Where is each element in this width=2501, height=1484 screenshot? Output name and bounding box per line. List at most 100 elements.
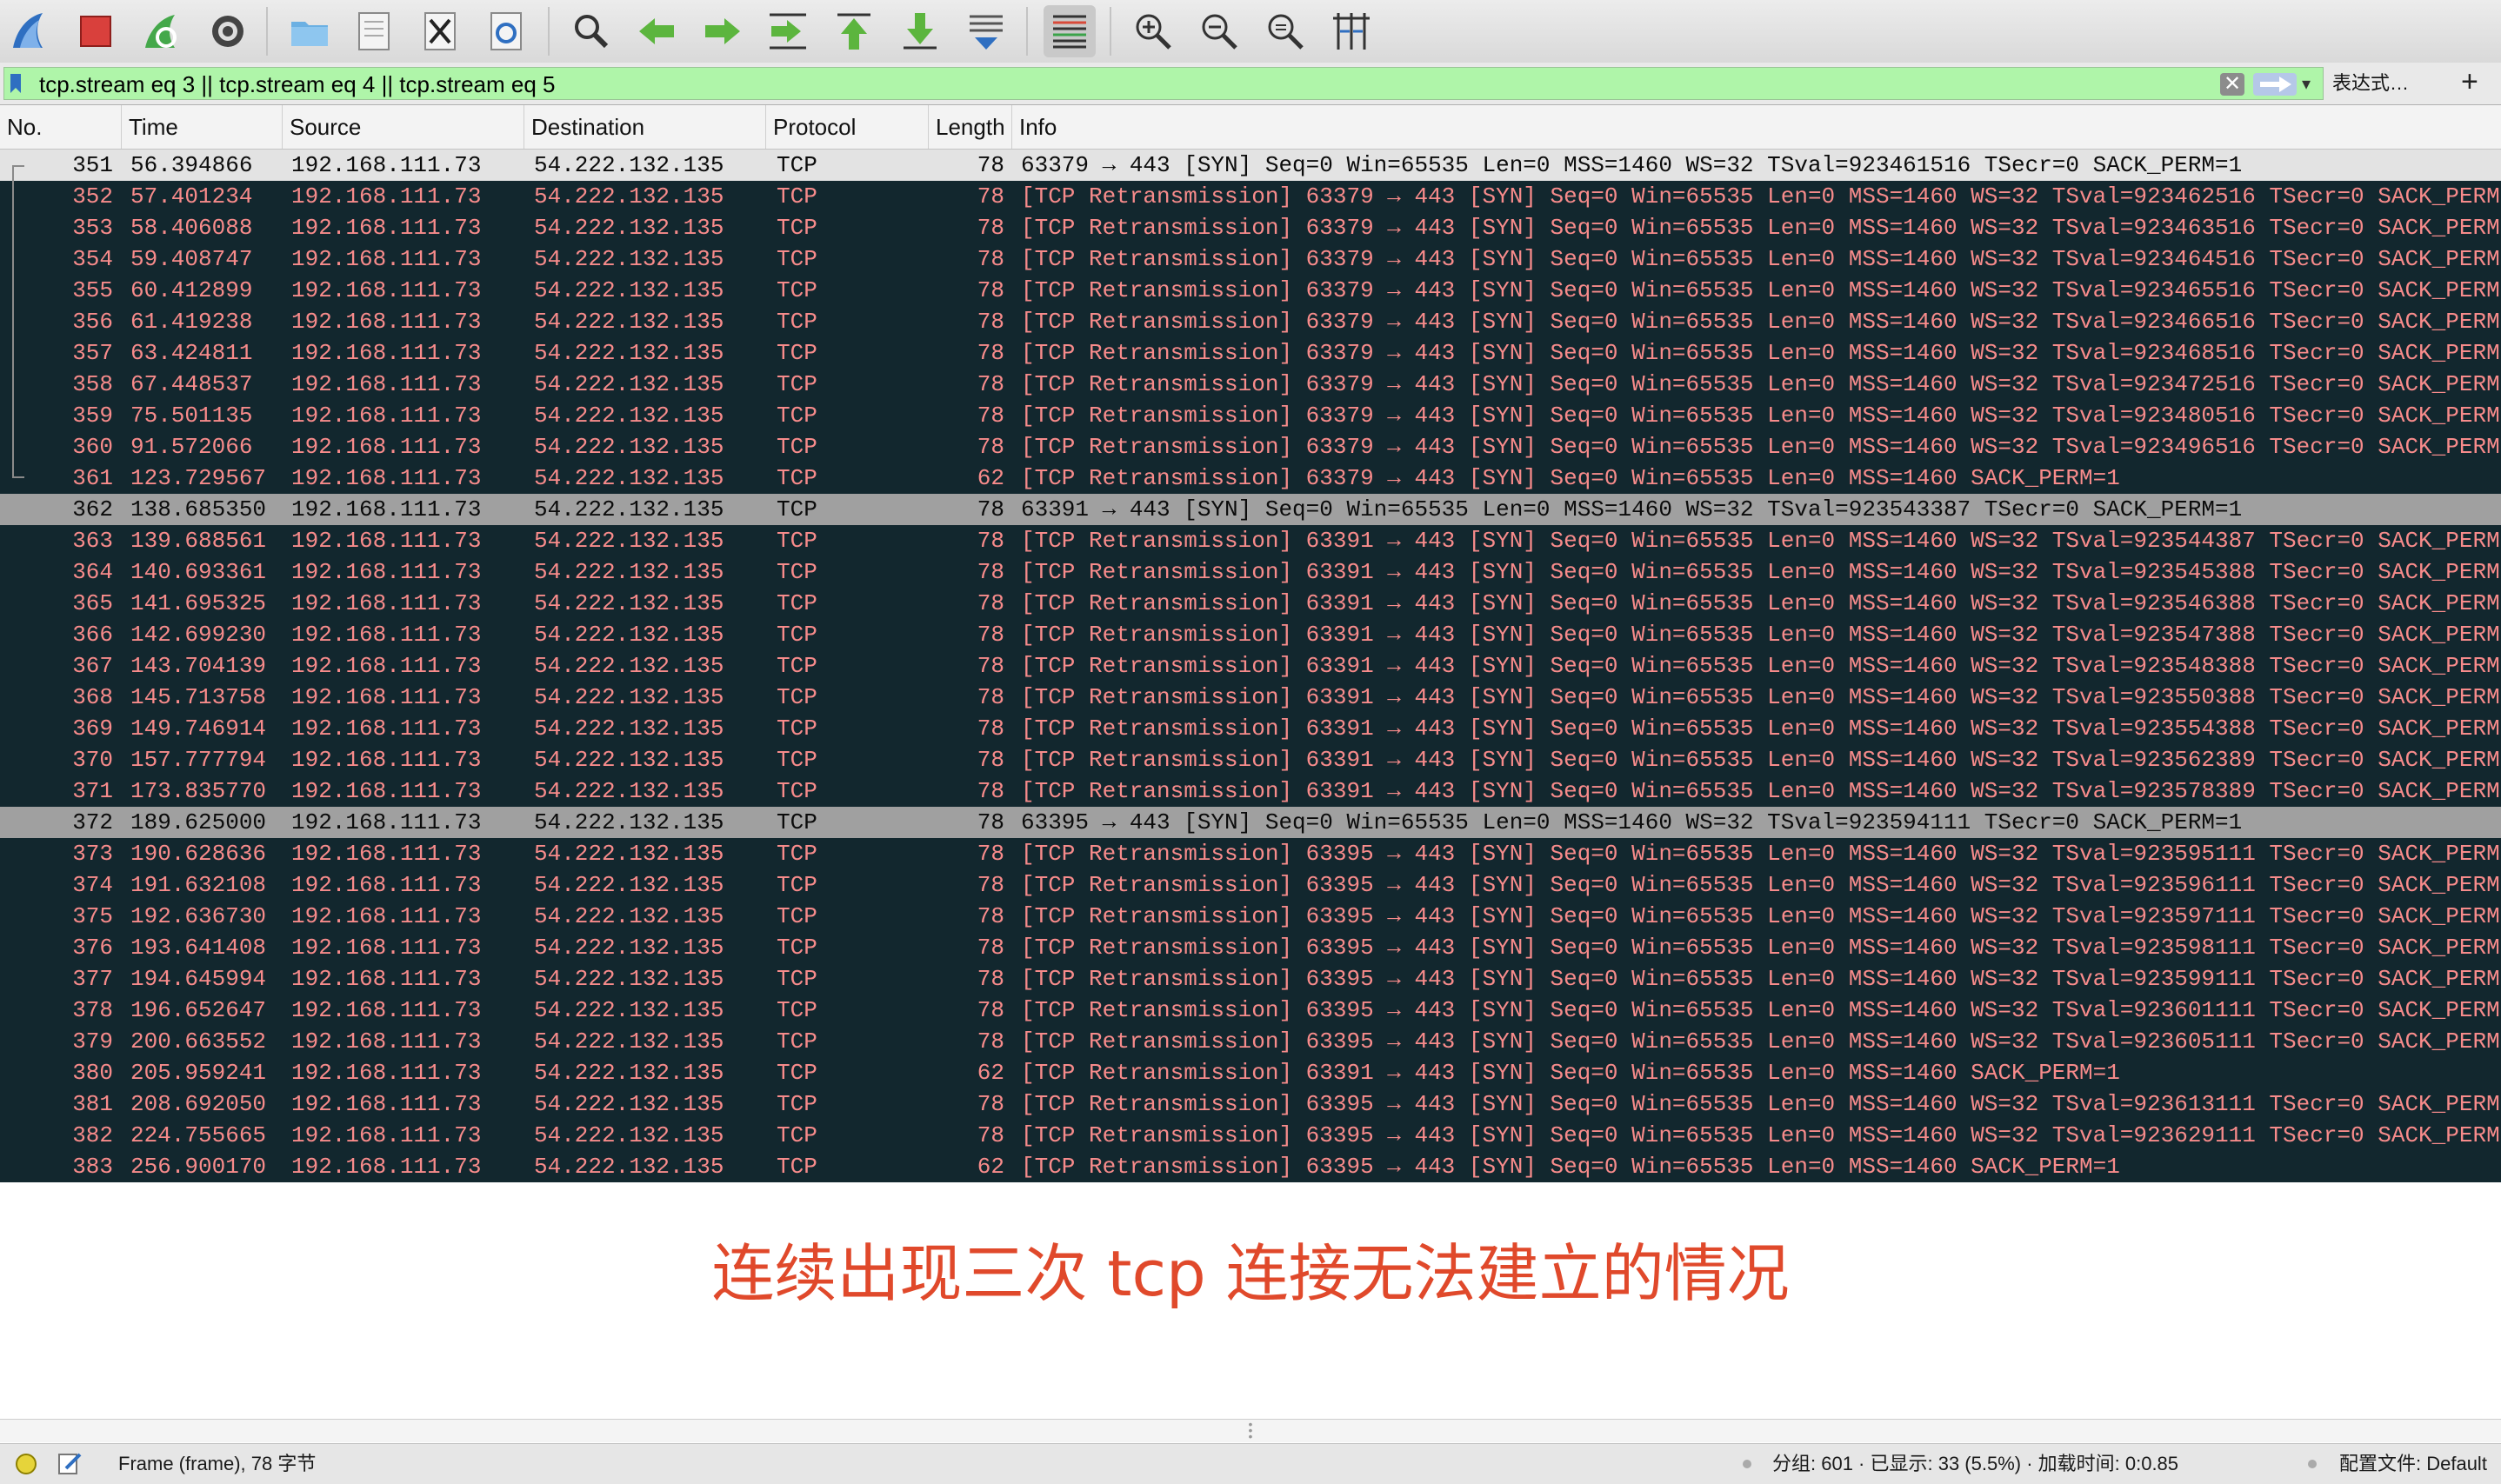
packet-row[interactable]: 379 200.663552 192.168.111.73 54.222.132.13… — [0, 1026, 2501, 1057]
colorize-button[interactable] — [1044, 5, 1096, 57]
packet-row[interactable]: 372 189.625000 192.168.111.73 54.222.132.13… — [0, 807, 2501, 838]
packet-row[interactable]: 367 143.704139 192.168.111.73 54.222.132.13… — [0, 650, 2501, 682]
add-filter-button[interactable]: + — [2461, 64, 2478, 99]
clear-filter-icon[interactable]: ✕ — [2220, 73, 2244, 96]
display-filter-input[interactable]: tcp.stream eq 3 || tcp.stream eq 4 || tc… — [3, 67, 2324, 100]
packet-source: 192.168.111.73 — [291, 966, 482, 992]
restart-capture-button[interactable] — [136, 5, 188, 57]
stop-capture-button[interactable] — [70, 5, 122, 57]
packet-row[interactable]: 376 193.641408 192.168.111.73 54.222.132.13… — [0, 932, 2501, 963]
packet-info: [TCP Retransmission] 63379 → 443 [SYN] S… — [1021, 183, 2500, 210]
packet-row[interactable]: 362 138.685350 192.168.111.73 54.222.132.13… — [0, 494, 2501, 525]
toolbar-separator — [1026, 7, 1028, 56]
packet-length: 78 — [977, 152, 1004, 178]
bookmark-icon[interactable] — [10, 73, 22, 94]
packet-number: 375 — [72, 903, 113, 929]
close-file-button[interactable] — [414, 5, 466, 57]
packet-list[interactable]: 351 56.394866 192.168.111.73 54.222.132.135… — [0, 150, 2501, 1182]
packet-length: 78 — [977, 277, 1004, 303]
go-back-button[interactable] — [631, 5, 684, 57]
packet-row[interactable]: 383 256.900170 192.168.111.73 54.222.132.13… — [0, 1151, 2501, 1182]
go-to-packet-button[interactable] — [762, 5, 814, 57]
autoscroll-button[interactable] — [960, 5, 1012, 57]
packet-row[interactable]: 370 157.777794 192.168.111.73 54.222.132.13… — [0, 744, 2501, 775]
packet-source: 192.168.111.73 — [291, 403, 482, 429]
packet-time: 192.636730 — [130, 903, 267, 929]
last-packet-button[interactable] — [894, 5, 946, 57]
packet-row[interactable]: 364 140.693361 192.168.111.73 54.222.132.13… — [0, 556, 2501, 588]
packet-row[interactable]: 374 191.632108 192.168.111.73 54.222.132.13… — [0, 869, 2501, 901]
packet-source: 192.168.111.73 — [291, 246, 482, 272]
packet-row[interactable]: 363 139.688561 192.168.111.73 54.222.132.13… — [0, 525, 2501, 556]
packet-row[interactable]: 358 67.448537 192.168.111.73 54.222.132.135… — [0, 369, 2501, 400]
column-header-no[interactable]: No. — [0, 105, 122, 149]
packet-row[interactable]: 369 149.746914 192.168.111.73 54.222.132.13… — [0, 713, 2501, 744]
packet-row[interactable]: 380 205.959241 192.168.111.73 54.222.132.13… — [0, 1057, 2501, 1088]
first-packet-icon — [837, 13, 870, 50]
zoom-out-button[interactable] — [1193, 5, 1245, 57]
column-header-time[interactable]: Time — [122, 105, 283, 149]
column-header-destination[interactable]: Destination — [524, 105, 766, 149]
packet-row[interactable]: 355 60.412899 192.168.111.73 54.222.132.135… — [0, 275, 2501, 306]
packet-source: 192.168.111.73 — [291, 1091, 482, 1117]
packet-row[interactable]: 371 173.835770 192.168.111.73 54.222.132.13… — [0, 775, 2501, 807]
packet-row[interactable]: 382 224.755665 192.168.111.73 54.222.132.13… — [0, 1120, 2501, 1151]
packet-row[interactable]: 378 196.652647 192.168.111.73 54.222.132.13… — [0, 995, 2501, 1026]
go-forward-button[interactable] — [696, 5, 748, 57]
status-profile[interactable]: 配置文件: Default — [2339, 1444, 2487, 1484]
packet-length: 78 — [977, 340, 1004, 366]
capture-comment-icon[interactable] — [57, 1451, 83, 1475]
packet-destination: 54.222.132.135 — [534, 809, 724, 835]
save-file-button[interactable] — [348, 5, 400, 57]
capture-options-button[interactable] — [202, 5, 254, 57]
display-filter-text[interactable]: tcp.stream eq 3 || tcp.stream eq 4 || tc… — [39, 70, 556, 98]
packet-row[interactable]: 368 145.713758 192.168.111.73 54.222.132.13… — [0, 682, 2501, 713]
packet-row[interactable]: 360 91.572066 192.168.111.73 54.222.132.135… — [0, 431, 2501, 463]
zoom-normal-button[interactable] — [1259, 5, 1311, 57]
column-header-length[interactable]: Length — [929, 105, 1012, 149]
packet-row[interactable]: 354 59.408747 192.168.111.73 54.222.132.135… — [0, 243, 2501, 275]
column-header-protocol[interactable]: Protocol — [766, 105, 929, 149]
packet-row[interactable]: 381 208.692050 192.168.111.73 54.222.132.13… — [0, 1088, 2501, 1120]
packet-row[interactable]: 373 190.628636 192.168.111.73 54.222.132.13… — [0, 838, 2501, 869]
packet-info: [TCP Retransmission] 63395 → 443 [SYN] S… — [1021, 966, 2500, 992]
chevron-down-icon[interactable]: ▾ — [2302, 73, 2319, 96]
packet-row[interactable]: 365 141.695325 192.168.111.73 54.222.132.13… — [0, 588, 2501, 619]
reload-file-button[interactable] — [480, 5, 532, 57]
packet-info: [TCP Retransmission] 63379 → 443 [SYN] S… — [1021, 340, 2500, 366]
packet-time: 143.704139 — [130, 653, 267, 679]
zoom-in-button[interactable] — [1127, 5, 1179, 57]
packet-protocol: TCP — [777, 935, 817, 961]
resize-columns-button[interactable] — [1325, 5, 1377, 57]
packet-destination: 54.222.132.135 — [534, 966, 724, 992]
column-header-info[interactable]: Info — [1012, 105, 2501, 149]
apply-filter-icon[interactable] — [2253, 73, 2297, 96]
expert-info-icon[interactable] — [16, 1454, 37, 1474]
packet-row[interactable]: 377 194.645994 192.168.111.73 54.222.132.13… — [0, 963, 2501, 995]
find-packet-button[interactable] — [565, 5, 617, 57]
packet-info: [TCP Retransmission] 63379 → 443 [SYN] S… — [1021, 434, 2500, 460]
start-capture-button[interactable] — [3, 5, 56, 57]
first-packet-button[interactable] — [828, 5, 880, 57]
packet-row[interactable]: 353 58.406088 192.168.111.73 54.222.132.135… — [0, 212, 2501, 243]
packet-destination: 54.222.132.135 — [534, 622, 724, 648]
packet-row[interactable]: 375 192.636730 192.168.111.73 54.222.132.13… — [0, 901, 2501, 932]
splitter-handle-icon[interactable]: • • • — [1242, 1418, 1259, 1442]
packet-time: 138.685350 — [130, 496, 267, 522]
expression-button[interactable]: 表达式… — [2332, 70, 2409, 97]
packet-row[interactable]: 359 75.501135 192.168.111.73 54.222.132.135… — [0, 400, 2501, 431]
resize-columns-icon — [1333, 13, 1370, 50]
packet-length: 78 — [977, 684, 1004, 710]
packet-row[interactable]: 366 142.699230 192.168.111.73 54.222.132.13… — [0, 619, 2501, 650]
packet-row[interactable]: 356 61.419238 192.168.111.73 54.222.132.135… — [0, 306, 2501, 337]
pane-splitter[interactable]: • • • — [0, 1418, 2501, 1442]
packet-row[interactable]: 357 63.424811 192.168.111.73 54.222.132.135… — [0, 337, 2501, 369]
packet-row[interactable]: 351 56.394866 192.168.111.73 54.222.132.135… — [0, 150, 2501, 181]
packet-destination: 54.222.132.135 — [534, 465, 724, 491]
packet-row[interactable]: 352 57.401234 192.168.111.73 54.222.132.135… — [0, 181, 2501, 212]
column-header-source[interactable]: Source — [283, 105, 524, 149]
open-file-button[interactable] — [283, 5, 336, 57]
packet-number: 383 — [72, 1154, 113, 1180]
packet-row[interactable]: 361 123.729567 192.168.111.73 54.222.132.13… — [0, 463, 2501, 494]
packet-time: 123.729567 — [130, 465, 267, 491]
